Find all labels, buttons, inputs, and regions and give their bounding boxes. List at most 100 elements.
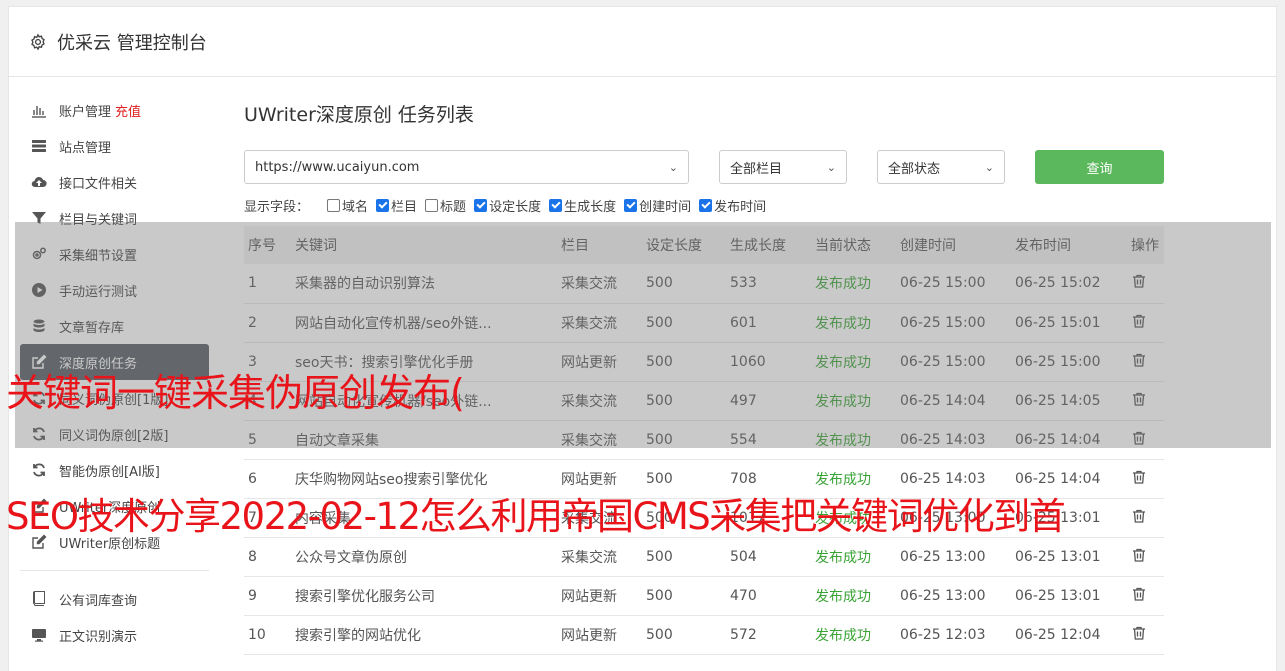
sidebar-item-label: 正文识别演示 xyxy=(59,629,138,645)
table-cell: 500 xyxy=(642,498,726,538)
delete-button[interactable] xyxy=(1127,459,1164,499)
delete-button[interactable] xyxy=(1127,420,1164,460)
field-checkbox[interactable]: 域名 xyxy=(327,196,368,215)
delete-button[interactable] xyxy=(1127,498,1164,538)
field-checkbox-label: 设定长度 xyxy=(489,199,542,215)
checkbox-icon[interactable] xyxy=(376,198,390,212)
trash-icon[interactable] xyxy=(1131,392,1147,411)
table-body: 1 采集器的自动识别算法 采集交流 500 533 发布成功 06-25 15:00 06-2… xyxy=(244,264,1164,655)
sidebar-item[interactable]: 文章暂存库 xyxy=(20,308,209,344)
checkbox-icon[interactable] xyxy=(549,198,563,212)
delete-button[interactable] xyxy=(1127,264,1164,304)
main-content: UWriter深度原创 任务列表 https://www.ucaiyun.com… xyxy=(244,96,1174,655)
table-cell: 采集交流 xyxy=(557,537,642,577)
table-cell: 06-25 14:03 xyxy=(896,459,1011,499)
filter-bar: https://www.ucaiyun.com ⌄ 全部栏目 ⌄ 全部状态 ⌄ … xyxy=(244,150,1174,184)
table-cell: 500 xyxy=(642,381,726,421)
field-checkbox[interactable]: 栏目 xyxy=(376,196,417,215)
trash-icon[interactable] xyxy=(1131,353,1147,372)
column-value: 全部栏目 xyxy=(730,161,783,177)
field-checkbox[interactable]: 发布时间 xyxy=(699,196,766,215)
table-cell: 06-25 15:00 xyxy=(1011,342,1127,382)
table-cell: 网站自动化宣传机器/seo外链... xyxy=(291,381,557,421)
delete-button[interactable] xyxy=(1127,576,1164,616)
status-cell: 发布成功 xyxy=(811,615,896,655)
sidebar-item[interactable]: 正文识别演示 xyxy=(20,617,209,653)
sidebar-item[interactable]: 站点管理 xyxy=(20,128,209,164)
table-cell: 06-25 14:04 xyxy=(1011,420,1127,460)
sidebar-item-label: 深度原创任务 xyxy=(59,356,138,372)
display-fields: 显示字段： 域名 栏目 标题 设定长度 生成长度 创建时间 发布时间 xyxy=(244,196,1174,215)
table-cell: 6 xyxy=(244,459,291,499)
table-cell: 1 xyxy=(244,264,291,304)
trash-icon[interactable] xyxy=(1131,548,1147,567)
checkbox-icon[interactable] xyxy=(474,198,488,212)
site-url-select[interactable]: https://www.ucaiyun.com ⌄ xyxy=(244,150,689,184)
sidebar-item[interactable]: 同义词伪原创[1版] xyxy=(20,380,209,416)
sidebar-item[interactable]: 采集细节设置 xyxy=(20,236,209,272)
sidebar-item-label: UWriter深度原创 xyxy=(59,500,161,516)
table-cell: 500 xyxy=(642,576,726,616)
chevron-down-icon: ⌄ xyxy=(984,160,994,174)
delete-button[interactable] xyxy=(1127,615,1164,655)
trash-icon[interactable] xyxy=(1131,509,1147,528)
table-cell: 8 xyxy=(244,537,291,577)
app-title: 优采云 管理控制台 xyxy=(57,32,207,54)
trash-icon[interactable] xyxy=(1131,626,1147,645)
field-checkbox-label: 发布时间 xyxy=(714,199,767,215)
table-cell: 06-25 15:00 xyxy=(896,264,1011,304)
table-cell: 500 xyxy=(642,537,726,577)
table-cell: 504 xyxy=(726,537,811,577)
sidebar-item[interactable]: 栏目与关键词 xyxy=(20,200,209,236)
query-button[interactable]: 查询 xyxy=(1035,150,1164,184)
checkbox-icon[interactable] xyxy=(624,198,638,212)
delete-button[interactable] xyxy=(1127,342,1164,382)
trash-icon[interactable] xyxy=(1131,431,1147,450)
sidebar-item[interactable]: UWriter原创标题 xyxy=(20,524,209,560)
sidebar-item[interactable]: 账户管理 充值 xyxy=(20,92,209,128)
monitor-icon xyxy=(30,626,48,644)
table-cell: 1060 xyxy=(726,342,811,382)
gears-icon xyxy=(30,245,48,263)
table-cell: 06-25 13:00 xyxy=(896,537,1011,577)
sidebar-item-label: 手动运行测试 xyxy=(59,284,138,300)
recharge-badge[interactable]: 充值 xyxy=(115,101,141,120)
sidebar-item-label: 智能伪原创[AI版] xyxy=(59,464,160,480)
field-checkbox[interactable]: 生成长度 xyxy=(549,196,616,215)
sidebar-item[interactable]: UWriter深度原创 xyxy=(20,488,209,524)
sidebar-item[interactable]: 接口文件相关 xyxy=(20,164,209,200)
status-cell: 发布成功 xyxy=(811,264,896,304)
sidebar-item-label: 站点管理 xyxy=(59,140,112,156)
status-cell: 发布成功 xyxy=(811,498,896,538)
table-cell: 搜索引擎优化服务公司 xyxy=(291,576,557,616)
table-cell: 500 xyxy=(642,342,726,382)
checkbox-icon[interactable] xyxy=(425,198,439,212)
delete-button[interactable] xyxy=(1127,537,1164,577)
sidebar-item-label: 账户管理 xyxy=(59,104,112,120)
table-cell: 3 xyxy=(244,342,291,382)
sidebar-item[interactable]: 手动运行测试 xyxy=(20,272,209,308)
trash-icon[interactable] xyxy=(1131,275,1147,293)
trash-icon[interactable] xyxy=(1131,314,1147,333)
field-checkbox[interactable]: 标题 xyxy=(425,196,466,215)
field-checkbox[interactable]: 设定长度 xyxy=(474,196,541,215)
checkbox-icon[interactable] xyxy=(699,198,713,212)
refresh-icon xyxy=(30,389,48,407)
trash-icon[interactable] xyxy=(1131,470,1147,489)
table-cell: 网站更新 xyxy=(557,576,642,616)
sidebar-item[interactable]: 同义词伪原创[2版] xyxy=(20,416,209,452)
table-cell: 网站自动化宣传机器/seo外链... xyxy=(291,303,557,343)
status-cell: 发布成功 xyxy=(811,303,896,343)
delete-button[interactable] xyxy=(1127,303,1164,343)
column-select[interactable]: 全部栏目 ⌄ xyxy=(719,150,847,184)
field-checkbox[interactable]: 创建时间 xyxy=(624,196,691,215)
sidebar-item[interactable]: 深度原创任务 xyxy=(20,344,209,380)
checkbox-icon[interactable] xyxy=(327,198,341,212)
sidebar-item[interactable]: 智能伪原创[AI版] xyxy=(20,452,209,488)
sidebar-item-label: 采集细节设置 xyxy=(59,248,138,264)
trash-icon[interactable] xyxy=(1131,587,1147,606)
sidebar-item[interactable]: 公有词库查询 xyxy=(20,581,209,617)
status-select[interactable]: 全部状态 ⌄ xyxy=(877,150,1005,184)
delete-button[interactable] xyxy=(1127,381,1164,421)
table-cell: 06-25 15:02 xyxy=(1011,264,1127,304)
